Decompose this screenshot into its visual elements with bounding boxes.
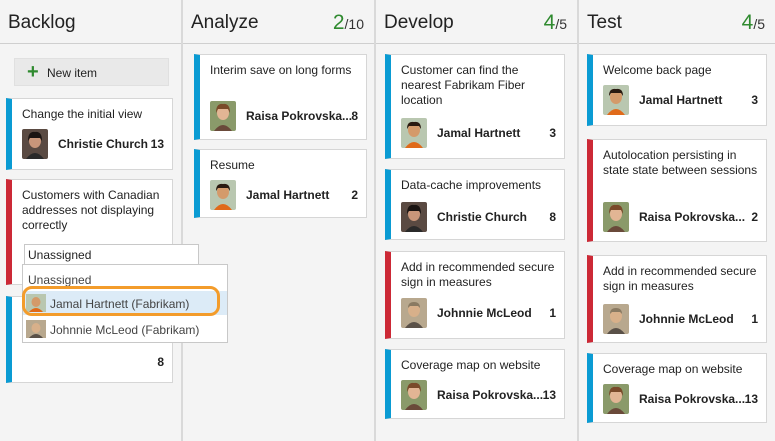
work-item-card[interactable]: Interim save on long forms Raisa Pokrovs… bbox=[194, 54, 367, 140]
plus-icon: + bbox=[27, 61, 39, 83]
card-assignee[interactable]: Jamal Hartnett 2 bbox=[210, 180, 358, 210]
card-assignee[interactable]: Jamal Hartnett 3 bbox=[603, 85, 758, 115]
avatar bbox=[401, 118, 427, 148]
card-title: Coverage map on website bbox=[401, 358, 541, 372]
wip-counter: 4/5 bbox=[741, 11, 765, 34]
avatar bbox=[210, 180, 236, 210]
card-title: Welcome back page bbox=[603, 63, 712, 77]
column-title: Analyze bbox=[191, 12, 259, 33]
effort-value: 8 bbox=[157, 355, 164, 369]
avatar bbox=[603, 202, 629, 232]
card-assignee[interactable]: Johnnie McLeod 1 bbox=[603, 304, 758, 334]
work-item-card[interactable]: Add in recommended secure sign in measur… bbox=[587, 255, 767, 343]
work-item-card[interactable]: Coverage map on website Raisa Pokrovska.… bbox=[385, 349, 565, 419]
avatar bbox=[401, 380, 427, 410]
card-assignee[interactable]: Jamal Hartnett 3 bbox=[401, 118, 556, 148]
card-assignee[interactable]: Christie Church 8 bbox=[401, 202, 556, 232]
avatar bbox=[26, 320, 46, 338]
assignee-name: Jamal Hartnett bbox=[437, 126, 521, 140]
work-item-card[interactable]: Autolocation persisting in state state b… bbox=[587, 139, 767, 242]
column-header-test: Test 4/5 bbox=[579, 0, 775, 44]
card-title: Resume bbox=[210, 158, 255, 172]
work-item-card[interactable]: Welcome back page Jamal Hartnett 3 bbox=[587, 54, 767, 126]
avatar bbox=[401, 202, 427, 232]
assignee-name: Christie Church bbox=[58, 137, 149, 151]
card-title: Coverage map on website bbox=[603, 362, 743, 376]
assignee-name: Raisa Pokrovska... bbox=[639, 392, 746, 406]
avatar bbox=[603, 85, 629, 115]
card-title: Change the initial view bbox=[22, 107, 143, 121]
effort-value: 1 bbox=[751, 312, 758, 326]
avatar bbox=[22, 129, 48, 159]
card-assignee[interactable]: Raisa Pokrovska... 2 bbox=[603, 202, 758, 232]
assignee-input[interactable] bbox=[24, 244, 199, 266]
wip-counter: 2/10 bbox=[332, 11, 364, 34]
card-title: Add in recommended secure sign in measur… bbox=[603, 264, 757, 293]
card-title: Autolocation persisting in state state b… bbox=[603, 148, 758, 177]
new-item-button[interactable]: + New item bbox=[14, 58, 169, 86]
column-title: Backlog bbox=[8, 12, 76, 33]
effort-value: 3 bbox=[751, 93, 758, 107]
avatar bbox=[603, 304, 629, 334]
column-header-backlog: Backlog bbox=[0, 0, 181, 44]
effort-value: 8 bbox=[351, 109, 358, 123]
avatar bbox=[401, 298, 427, 328]
effort-value: 1 bbox=[549, 306, 556, 320]
work-item-card[interactable]: Add in recommended secure sign in measur… bbox=[385, 251, 565, 339]
effort-value: 13 bbox=[150, 137, 164, 151]
effort-value: 13 bbox=[542, 388, 556, 402]
card-assignee[interactable]: Raisa Pokrovska... 13 bbox=[401, 380, 556, 410]
assignee-name: Jamal Hartnett bbox=[639, 93, 723, 107]
assignee-name: Raisa Pokrovska... bbox=[437, 388, 544, 402]
effort-value: 2 bbox=[351, 188, 358, 202]
assignee-name: Raisa Pokrovska... bbox=[639, 210, 746, 224]
card-title: Add in recommended secure sign in measur… bbox=[401, 260, 555, 289]
work-item-card[interactable]: Change the initial view Christie Church … bbox=[6, 98, 173, 170]
column-title: Develop bbox=[384, 12, 454, 33]
column-header-develop: Develop 4/5 bbox=[376, 0, 577, 44]
avatar bbox=[603, 384, 629, 414]
effort-value: 8 bbox=[549, 210, 556, 224]
card-title: Interim save on long forms bbox=[210, 63, 352, 77]
card-assignee[interactable]: Johnnie McLeod 1 bbox=[401, 298, 556, 328]
selection-highlight bbox=[22, 286, 220, 316]
new-item-label: New item bbox=[47, 66, 98, 80]
card-title: Customers with Canadian addresses not di… bbox=[22, 188, 160, 232]
card-assignee[interactable]: Christie Church 13 bbox=[22, 129, 164, 159]
assignee-name: Johnnie McLeod bbox=[639, 312, 734, 326]
effort-value: 2 bbox=[751, 210, 758, 224]
assignee-name: Johnnie McLeod bbox=[437, 306, 532, 320]
column-header-analyze: Analyze 2/10 bbox=[183, 0, 374, 44]
work-item-card[interactable]: Data-cache improvements Christie Church … bbox=[385, 169, 565, 240]
avatar bbox=[210, 101, 236, 131]
dropdown-option-johnnie-mcleod[interactable]: Johnnie McLeod (Fabrikam) bbox=[23, 317, 227, 341]
work-item-card[interactable]: Customer can find the nearest Fabrikam F… bbox=[385, 54, 565, 159]
effort-value: 3 bbox=[549, 126, 556, 140]
effort-value: 13 bbox=[744, 392, 758, 406]
card-title: Data-cache improvements bbox=[401, 178, 542, 192]
work-item-card[interactable]: Resume Jamal Hartnett 2 bbox=[194, 149, 367, 218]
card-assignee[interactable]: Raisa Pokrovska... 13 bbox=[603, 384, 758, 414]
assignee-name: Christie Church bbox=[437, 210, 528, 224]
card-assignee[interactable]: Raisa Pokrovska... 8 bbox=[210, 101, 358, 131]
wip-counter: 4/5 bbox=[543, 11, 567, 34]
card-title: Customer can find the nearest Fabrikam F… bbox=[401, 63, 526, 107]
column-title: Test bbox=[587, 12, 622, 33]
assignee-name: Jamal Hartnett bbox=[246, 188, 330, 202]
work-item-card[interactable]: Coverage map on website Raisa Pokrovska.… bbox=[587, 353, 767, 423]
assignee-name: Raisa Pokrovska... bbox=[246, 109, 353, 123]
